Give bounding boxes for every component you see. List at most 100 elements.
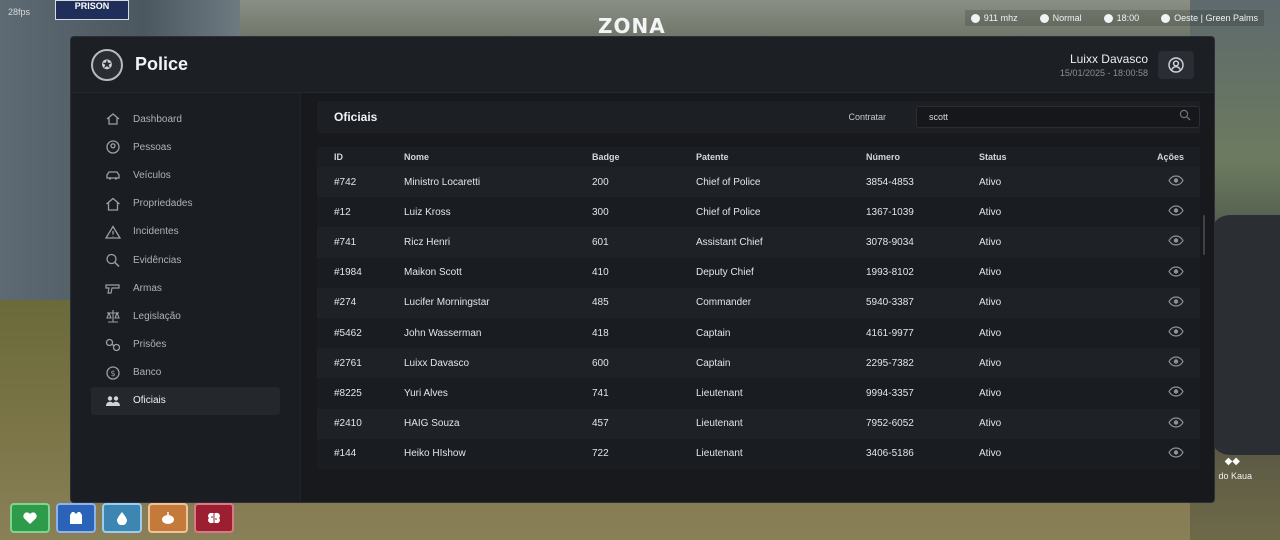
column-header-numero[interactable]: Número xyxy=(866,152,979,162)
column-header-badge[interactable]: Badge xyxy=(592,152,696,162)
cell-status: Ativo xyxy=(979,327,1002,339)
scrollbar[interactable] xyxy=(1203,215,1205,255)
cell-status: Ativo xyxy=(979,448,1002,460)
status-bar xyxy=(10,503,234,533)
column-header-acoes: Ações xyxy=(1156,152,1184,162)
view-eye-icon[interactable] xyxy=(1168,447,1184,461)
sidebar-item-prisoes[interactable]: Prisões xyxy=(91,331,280,359)
cell-patente: Chief of Police xyxy=(696,206,761,218)
brand-logo: ZONA xyxy=(598,14,666,38)
view-eye-icon[interactable] xyxy=(1168,326,1184,340)
cell-numero: 3406-5186 xyxy=(866,448,914,460)
cell-status: Ativo xyxy=(979,418,1002,430)
hud-bar: 911 mhz Normal 18:00 Oeste | Green Palms xyxy=(964,10,1264,26)
table-row[interactable]: #742 Ministro Locaretti 200 Chief of Police… xyxy=(317,167,1200,198)
hud-radio: 911 mhz xyxy=(970,13,1018,23)
view-eye-icon[interactable] xyxy=(1168,235,1184,249)
nearby-player-icon: ◆◆ xyxy=(1224,456,1240,467)
sidebar-item-propriedades[interactable]: Propriedades xyxy=(91,190,280,218)
cell-badge: 601 xyxy=(592,236,609,248)
officers-table: ID Nome Badge Patente Número Status Açõe… xyxy=(317,147,1200,469)
sidebar-item-label: Pessoas xyxy=(133,141,172,153)
cell-numero: 1367-1039 xyxy=(866,206,914,218)
view-eye-icon[interactable] xyxy=(1168,266,1184,280)
table-row[interactable]: #2410 HAIG Souza 457 Lieutenant 7952-6052 Ati… xyxy=(317,408,1200,439)
sidebar-item-banco[interactable]: $ Banco xyxy=(91,359,280,387)
cell-patente: Chief of Police xyxy=(696,176,761,188)
column-header-status[interactable]: Status xyxy=(979,152,1099,162)
view-eye-icon[interactable] xyxy=(1168,386,1184,400)
car-icon xyxy=(104,168,122,182)
sidebar-item-incidentes[interactable]: Incidentes xyxy=(91,218,280,246)
cell-id: #742 xyxy=(334,176,357,188)
cell-badge: 741 xyxy=(592,387,609,399)
cell-nome: John Wasserman xyxy=(404,327,482,339)
table-row[interactable]: #1984 Maikon Scott 410 Deputy Chief 1993-810… xyxy=(317,257,1200,288)
drop-icon xyxy=(117,512,127,525)
table-row[interactable]: #12 Luiz Kross 300 Chief of Police 1367-1039… xyxy=(317,197,1200,228)
hire-button[interactable]: Contratar xyxy=(848,112,886,122)
table-body: #742 Ministro Locaretti 200 Chief of Police… xyxy=(317,167,1200,469)
stress-status xyxy=(194,503,234,533)
search-value: scott xyxy=(929,112,949,122)
sidebar-item-label: Veículos xyxy=(133,169,171,181)
cell-badge: 485 xyxy=(592,297,609,309)
view-eye-icon[interactable] xyxy=(1168,416,1184,431)
food-status xyxy=(148,503,188,533)
cell-badge: 200 xyxy=(592,176,609,188)
table-row[interactable]: #2761 Luixx Davasco 600 Captain 2295-7382 Ati… xyxy=(317,348,1200,379)
table-row[interactable]: #144 Heiko HIshow 722 Lieutenant 3406-5186 At… xyxy=(317,438,1200,469)
table-row[interactable]: #741 Ricz Henri 601 Assistant Chief 3078-903… xyxy=(317,227,1200,258)
profile-button[interactable] xyxy=(1158,50,1194,79)
cell-badge: 410 xyxy=(592,267,609,279)
cell-id: #5462 xyxy=(334,327,362,339)
health-status xyxy=(10,503,50,533)
cell-numero: 3078-9034 xyxy=(866,236,914,248)
house-icon xyxy=(104,197,122,211)
cell-id: #12 xyxy=(334,206,351,218)
cell-id: #2410 xyxy=(334,418,362,430)
panel-header: Oficiais Contratar scott xyxy=(317,101,1200,133)
sidebar-item-legislacao[interactable]: Legislação xyxy=(91,302,280,330)
cell-nome: Luiz Kross xyxy=(404,206,451,218)
sidebar-item-armas[interactable]: Armas xyxy=(91,274,280,302)
search-icon[interactable] xyxy=(1179,108,1191,126)
sidebar-item-evidencias[interactable]: Evidências xyxy=(91,246,280,274)
app-title: Police xyxy=(135,54,189,74)
cell-badge: 600 xyxy=(592,357,609,369)
search-input[interactable]: scott xyxy=(916,106,1200,128)
table-row[interactable]: #5462 John Wasserman 418 Captain 4161-9977 At… xyxy=(317,317,1200,349)
sidebar-item-pessoas[interactable]: Pessoas xyxy=(91,133,280,161)
view-eye-icon[interactable] xyxy=(1168,175,1184,189)
hud-voice: Normal xyxy=(1039,13,1082,23)
cell-acoes xyxy=(1099,416,1184,431)
cell-nome: Heiko HIshow xyxy=(404,448,466,460)
hud-time: 18:00 xyxy=(1103,13,1139,23)
user-name: Luixx Davasco xyxy=(1069,51,1148,66)
cell-id: #741 xyxy=(334,236,357,248)
vest-icon xyxy=(70,512,82,524)
column-header-id[interactable]: ID xyxy=(317,152,404,162)
table-row[interactable]: #8225 Yuri Alves 741 Lieutenant 9994-3357 Ati… xyxy=(317,378,1200,409)
view-eye-icon[interactable] xyxy=(1168,356,1184,370)
dollar-icon: $ xyxy=(104,366,122,380)
sidebar-item-dashboard[interactable]: Dashboard xyxy=(91,105,280,133)
sidebar-item-oficiais[interactable]: Oficiais xyxy=(91,386,280,416)
brain-icon xyxy=(208,512,220,524)
cell-patente: Deputy Chief xyxy=(696,267,754,279)
cell-id: #1984 xyxy=(334,267,362,279)
cell-nome: Ricz Henri xyxy=(404,236,451,248)
cell-status: Ativo xyxy=(979,387,1002,399)
view-eye-icon[interactable] xyxy=(1168,205,1184,219)
cell-status: Ativo xyxy=(979,236,1002,248)
main-content: Oficiais Contratar scott ID Nome Badge P… xyxy=(301,93,1214,502)
cell-id: #144 xyxy=(334,448,357,460)
column-header-patente[interactable]: Patente xyxy=(696,152,866,162)
view-eye-icon[interactable] xyxy=(1168,296,1184,310)
table-row[interactable]: #274 Lucifer Morningstar 485 Commander 5940-… xyxy=(317,287,1200,318)
column-header-nome[interactable]: Nome xyxy=(404,152,592,162)
sidebar-item-veiculos[interactable]: Veículos xyxy=(91,161,280,189)
cell-acoes xyxy=(1099,326,1184,340)
cell-numero: 2295-7382 xyxy=(866,357,914,369)
cell-numero: 3854-4853 xyxy=(866,176,914,188)
